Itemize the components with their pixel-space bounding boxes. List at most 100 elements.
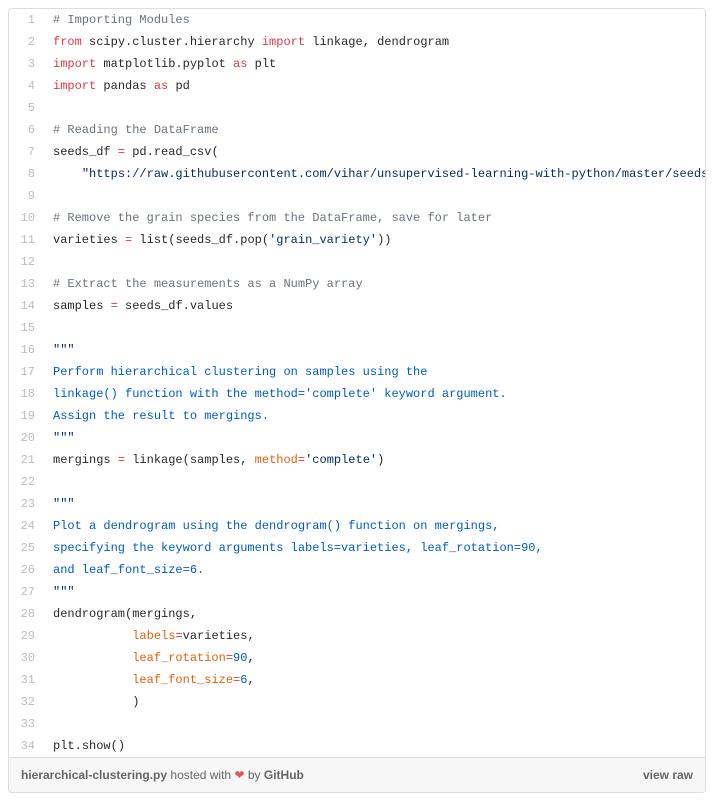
line-content[interactable]: plt.show() xyxy=(45,735,705,757)
line-content[interactable] xyxy=(45,185,705,207)
code-line: 1# Importing Modules xyxy=(9,9,705,31)
line-number[interactable]: 32 xyxy=(9,691,45,713)
code-line: 19Assign the result to mergings. xyxy=(9,405,705,427)
code-line: 33 xyxy=(9,713,705,735)
line-number[interactable]: 11 xyxy=(9,229,45,251)
line-number[interactable]: 5 xyxy=(9,97,45,119)
line-content[interactable]: samples = seeds_df.values xyxy=(45,295,705,317)
line-content[interactable] xyxy=(45,251,705,273)
code-line: 25specifying the keyword arguments label… xyxy=(9,537,705,559)
line-content[interactable]: """ xyxy=(45,493,705,515)
line-number[interactable]: 21 xyxy=(9,449,45,471)
code-line: 11varieties = list(seeds_df.pop('grain_v… xyxy=(9,229,705,251)
line-number[interactable]: 6 xyxy=(9,119,45,141)
line-content[interactable]: seeds_df = pd.read_csv( xyxy=(45,141,705,163)
line-number[interactable]: 24 xyxy=(9,515,45,537)
line-content[interactable]: dendrogram(mergings, xyxy=(45,603,705,625)
code-line: 24Plot a dendrogram using the dendrogram… xyxy=(9,515,705,537)
line-content[interactable]: linkage() function with the method='comp… xyxy=(45,383,705,405)
code-line: 15 xyxy=(9,317,705,339)
line-number[interactable]: 28 xyxy=(9,603,45,625)
line-content[interactable]: labels=varieties, xyxy=(45,625,705,647)
line-content[interactable]: """ xyxy=(45,427,705,449)
line-number[interactable]: 18 xyxy=(9,383,45,405)
code-line: 13# Extract the measurements as a NumPy … xyxy=(9,273,705,295)
line-number[interactable]: 2 xyxy=(9,31,45,53)
line-number[interactable]: 3 xyxy=(9,53,45,75)
line-number[interactable]: 13 xyxy=(9,273,45,295)
line-content[interactable] xyxy=(45,713,705,735)
line-number[interactable]: 20 xyxy=(9,427,45,449)
code-line: 31 leaf_font_size=6, xyxy=(9,669,705,691)
line-content[interactable]: import matplotlib.pyplot as plt xyxy=(45,53,705,75)
line-number[interactable]: 15 xyxy=(9,317,45,339)
line-number[interactable]: 22 xyxy=(9,471,45,493)
line-content[interactable]: # Importing Modules xyxy=(45,9,705,31)
line-number[interactable]: 7 xyxy=(9,141,45,163)
line-number[interactable]: 1 xyxy=(9,9,45,31)
host-link[interactable]: GitHub xyxy=(264,768,304,782)
line-number[interactable]: 16 xyxy=(9,339,45,361)
code-line: 3import matplotlib.pyplot as plt xyxy=(9,53,705,75)
gist-container: 1# Importing Modules2from scipy.cluster.… xyxy=(8,8,706,793)
line-content[interactable]: ) xyxy=(45,691,705,713)
line-content[interactable] xyxy=(45,97,705,119)
line-number[interactable]: 12 xyxy=(9,251,45,273)
line-number[interactable]: 31 xyxy=(9,669,45,691)
code-line: 5 xyxy=(9,97,705,119)
line-content[interactable]: from scipy.cluster.hierarchy import link… xyxy=(45,31,705,53)
line-content[interactable]: import pandas as pd xyxy=(45,75,705,97)
line-number[interactable]: 4 xyxy=(9,75,45,97)
code-line: 4import pandas as pd xyxy=(9,75,705,97)
view-raw-link[interactable]: view raw xyxy=(643,768,693,782)
line-number[interactable]: 27 xyxy=(9,581,45,603)
code-line: 27""" xyxy=(9,581,705,603)
line-number[interactable]: 26 xyxy=(9,559,45,581)
line-content[interactable] xyxy=(45,471,705,493)
line-number[interactable]: 19 xyxy=(9,405,45,427)
line-number[interactable]: 9 xyxy=(9,185,45,207)
line-number[interactable]: 14 xyxy=(9,295,45,317)
line-content[interactable]: Perform hierarchical clustering on sampl… xyxy=(45,361,705,383)
line-number[interactable]: 30 xyxy=(9,647,45,669)
heart-icon: ❤ xyxy=(234,768,244,782)
line-content[interactable]: """ xyxy=(45,581,705,603)
line-number[interactable]: 25 xyxy=(9,537,45,559)
line-content[interactable]: # Extract the measurements as a NumPy ar… xyxy=(45,273,705,295)
code-area: 1# Importing Modules2from scipy.cluster.… xyxy=(9,9,705,757)
line-number[interactable]: 23 xyxy=(9,493,45,515)
code-line: 20""" xyxy=(9,427,705,449)
line-number[interactable]: 34 xyxy=(9,735,45,757)
code-line: 8 "https://raw.githubusercontent.com/vih… xyxy=(9,163,705,185)
line-number[interactable]: 29 xyxy=(9,625,45,647)
code-table: 1# Importing Modules2from scipy.cluster.… xyxy=(9,9,705,757)
footer-meta: hierarchical-clustering.py hosted with ❤… xyxy=(21,768,304,782)
line-number[interactable]: 17 xyxy=(9,361,45,383)
line-content[interactable]: # Remove the grain species from the Data… xyxy=(45,207,705,229)
filename-link[interactable]: hierarchical-clustering.py xyxy=(21,768,167,782)
code-line: 22 xyxy=(9,471,705,493)
code-line: 26and leaf_font_size=6. xyxy=(9,559,705,581)
line-content[interactable]: specifying the keyword arguments labels=… xyxy=(45,537,705,559)
line-content[interactable]: leaf_font_size=6, xyxy=(45,669,705,691)
line-content[interactable]: leaf_rotation=90, xyxy=(45,647,705,669)
line-content[interactable]: Assign the result to mergings. xyxy=(45,405,705,427)
line-content[interactable]: # Reading the DataFrame xyxy=(45,119,705,141)
line-number[interactable]: 10 xyxy=(9,207,45,229)
line-content[interactable]: varieties = list(seeds_df.pop('grain_var… xyxy=(45,229,705,251)
code-line: 28dendrogram(mergings, xyxy=(9,603,705,625)
line-content[interactable]: """ xyxy=(45,339,705,361)
code-line: 34plt.show() xyxy=(9,735,705,757)
line-content[interactable] xyxy=(45,317,705,339)
code-line: 2from scipy.cluster.hierarchy import lin… xyxy=(9,31,705,53)
code-line: 18linkage() function with the method='co… xyxy=(9,383,705,405)
line-content[interactable]: and leaf_font_size=6. xyxy=(45,559,705,581)
code-line: 21mergings = linkage(samples, method='co… xyxy=(9,449,705,471)
footer-hosted-text: hosted with xyxy=(170,768,231,782)
code-line: 6# Reading the DataFrame xyxy=(9,119,705,141)
line-content[interactable]: Plot a dendrogram using the dendrogram()… xyxy=(45,515,705,537)
line-content[interactable]: mergings = linkage(samples, method='comp… xyxy=(45,449,705,471)
line-content[interactable]: "https://raw.githubusercontent.com/vihar… xyxy=(45,163,705,185)
line-number[interactable]: 33 xyxy=(9,713,45,735)
line-number[interactable]: 8 xyxy=(9,163,45,185)
